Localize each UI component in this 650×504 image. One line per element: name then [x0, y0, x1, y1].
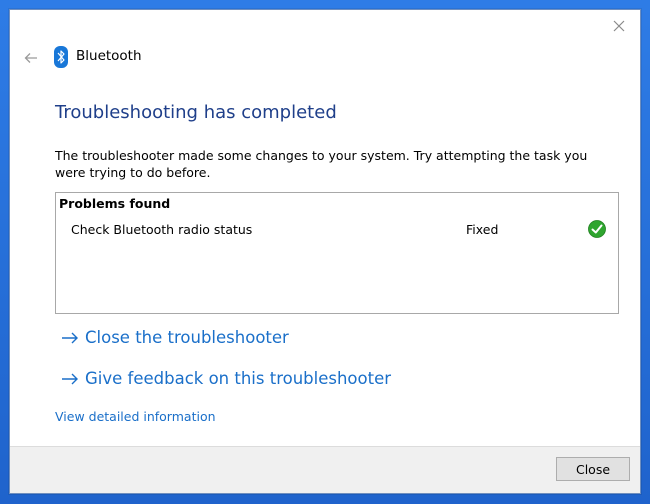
problems-found-panel: Problems found Check Bluetooth radio sta…: [55, 192, 619, 314]
description-text: The troubleshooter made some changes to …: [55, 148, 588, 180]
arrow-right-icon: [62, 332, 78, 343]
dialog-footer: Close: [10, 446, 640, 493]
troubleshooter-dialog: Bluetooth Troubleshooting has completed …: [9, 9, 641, 494]
desktop-background: Bluetooth Troubleshooting has completed …: [0, 0, 650, 504]
window-title: Bluetooth: [76, 48, 142, 64]
give-feedback-link[interactable]: Give feedback on this troubleshooter: [61, 369, 391, 388]
arrow-right-icon: [62, 373, 78, 384]
view-detailed-information-link[interactable]: View detailed information: [55, 409, 216, 424]
problem-status: Fixed: [466, 222, 499, 237]
problem-row: Check Bluetooth radio status Fixed: [56, 219, 618, 241]
back-arrow-icon[interactable]: [21, 48, 41, 68]
bluetooth-icon: [54, 46, 68, 68]
close-troubleshooter-link[interactable]: Close the troubleshooter: [61, 328, 289, 347]
problem-name: Check Bluetooth radio status: [71, 222, 253, 237]
give-feedback-label: Give feedback on this troubleshooter: [85, 369, 392, 388]
close-troubleshooter-label: Close the troubleshooter: [85, 328, 289, 347]
green-check-icon: [588, 220, 606, 238]
problems-header: Problems found: [59, 196, 171, 211]
page-title: Troubleshooting has completed: [55, 102, 337, 123]
close-icon[interactable]: [608, 15, 630, 37]
close-button[interactable]: Close: [556, 457, 630, 481]
